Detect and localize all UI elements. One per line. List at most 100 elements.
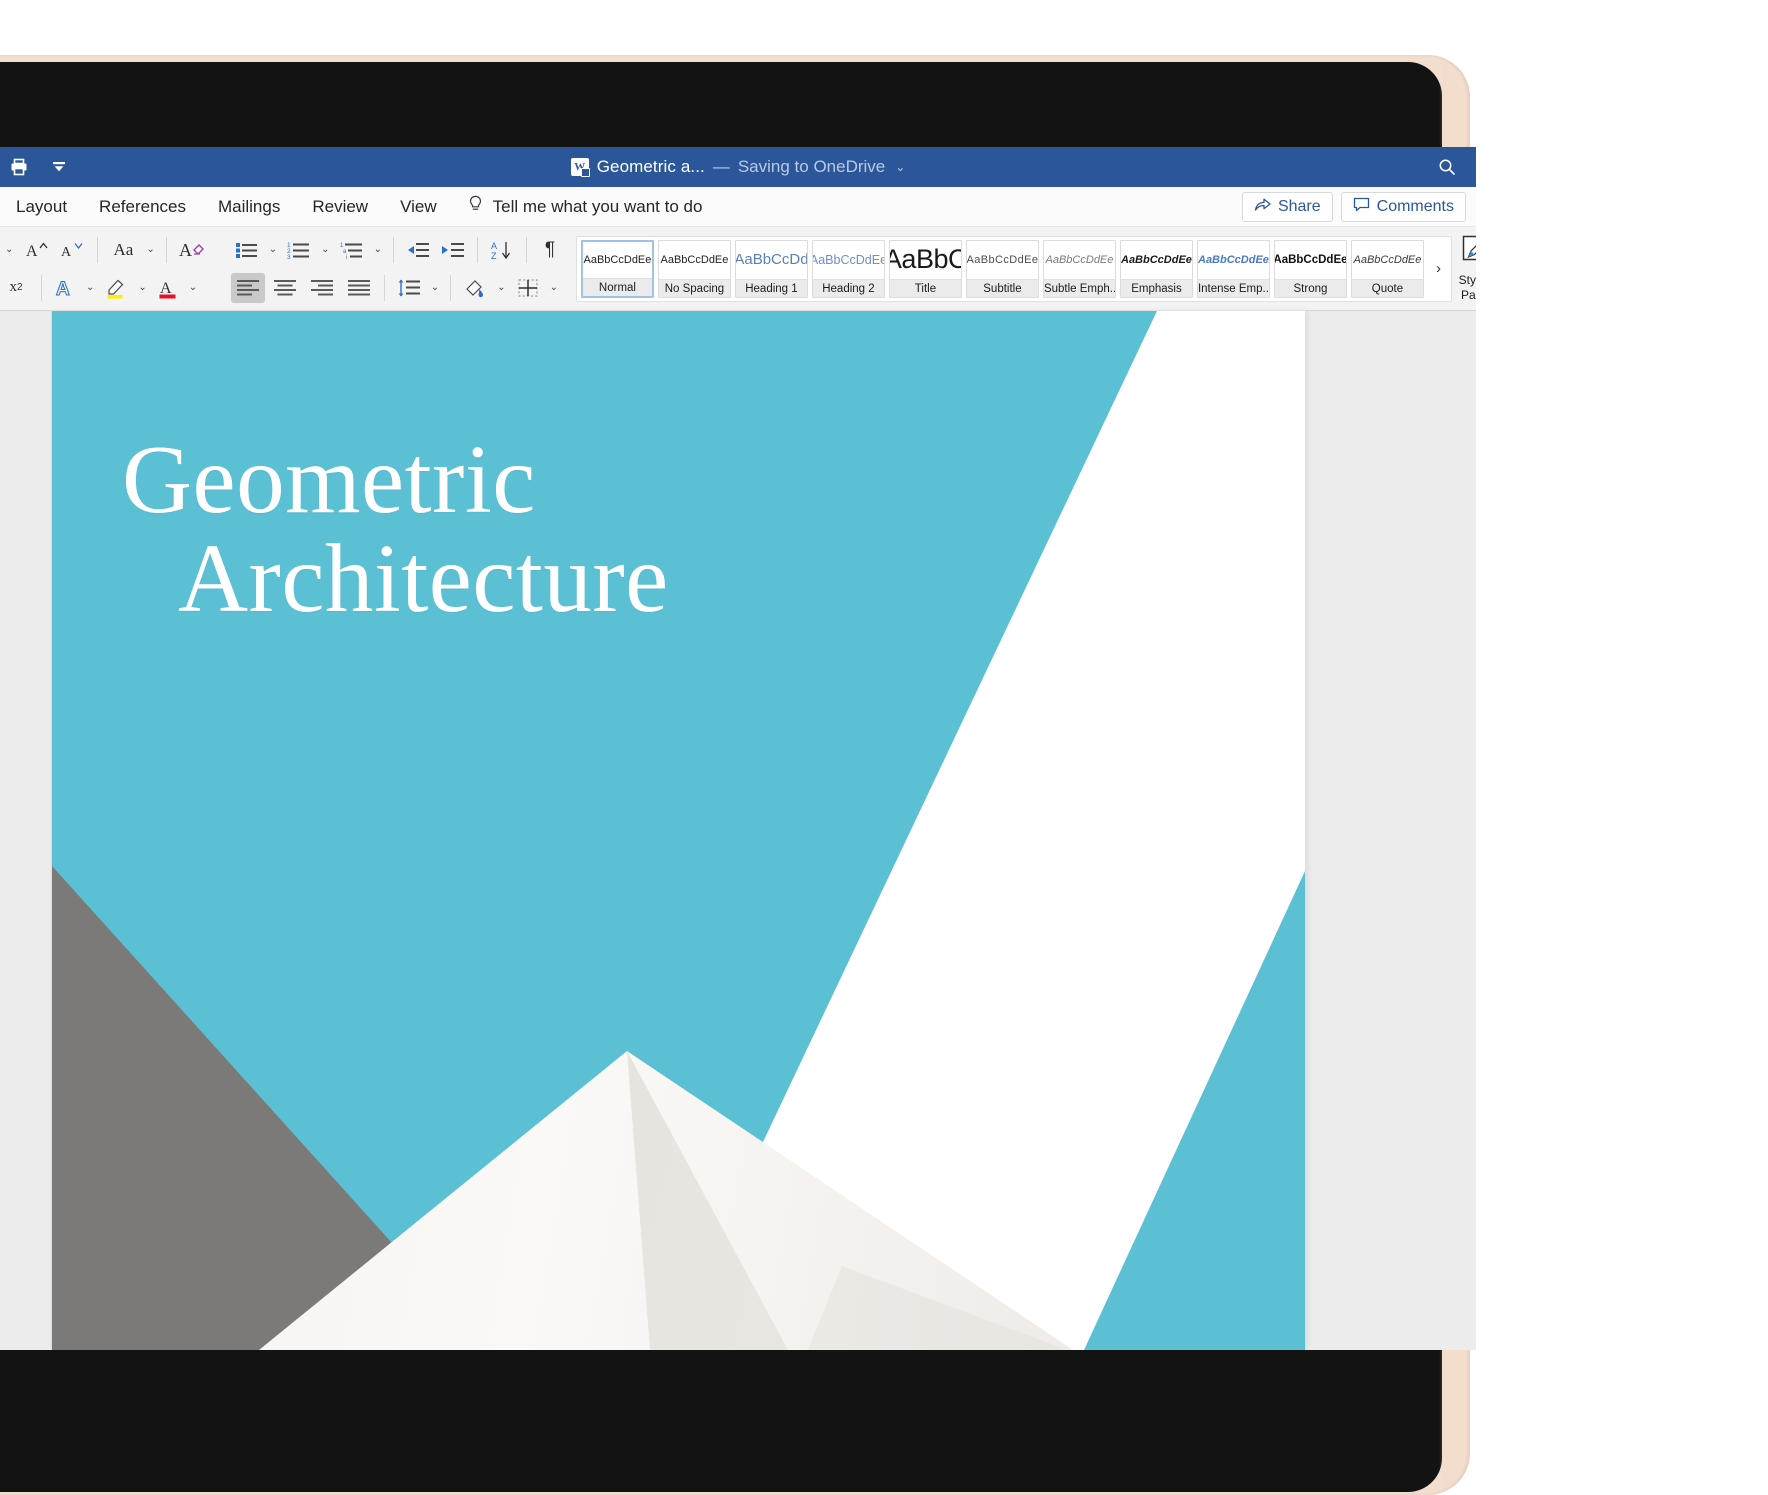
borders-icon[interactable]	[512, 273, 544, 303]
ribbon-tab-strip: Layout References Mailings Review View T…	[0, 187, 1476, 227]
bullets-chevron-down-icon[interactable]: ⌄	[266, 244, 280, 255]
line-spacing-chevron-down-icon[interactable]: ⌄	[428, 282, 442, 293]
style-name: Subtle Emph...	[1044, 279, 1115, 297]
style-preview: AaBbCcDdEe	[661, 254, 729, 266]
style-tile-title[interactable]: AaBbC Title	[889, 240, 962, 298]
multilevel-list-icon[interactable]: 1 a i	[336, 235, 368, 265]
highlight-chevron-down-icon[interactable]: ⌄	[135, 282, 149, 293]
style-tile-intense-emphasis[interactable]: AaBbCcDdEe Intense Emp...	[1197, 240, 1270, 298]
shrink-font-icon[interactable]: A	[57, 235, 89, 265]
share-icon	[1254, 197, 1271, 217]
clear-formatting-icon[interactable]: A	[175, 235, 211, 265]
superscript-icon[interactable]: x2	[0, 273, 33, 303]
style-name: Normal	[583, 278, 652, 296]
style-preview: AaBbCcDdEe	[813, 253, 884, 267]
text-highlight-color-icon[interactable]	[100, 273, 132, 303]
tab-references[interactable]: References	[83, 187, 202, 227]
lightbulb-icon	[467, 195, 484, 219]
save-status[interactable]: Saving to OneDrive	[738, 157, 885, 177]
change-case-chevron-down-icon[interactable]: ⌄	[143, 244, 157, 255]
print-icon[interactable]	[6, 154, 32, 180]
ribbon-home-group: ⌄ A A Aa ⌄	[0, 227, 1476, 311]
style-preview: AaBbCcDdEe	[1046, 254, 1114, 266]
font-size-dropdown-icon[interactable]: ⌄	[0, 235, 19, 265]
tab-mailings[interactable]: Mailings	[202, 187, 296, 227]
bullets-icon[interactable]	[231, 235, 263, 265]
word-application-window: W Geometric a... — Saving to OneDrive ⌄ …	[0, 147, 1476, 1350]
justify-icon[interactable]	[342, 273, 376, 303]
align-center-icon[interactable]	[268, 273, 302, 303]
document-title-area: W Geometric a... — Saving to OneDrive ⌄	[0, 147, 1476, 187]
search-icon[interactable]	[1434, 154, 1460, 180]
style-preview: AaBbCcDdEe	[1275, 254, 1346, 266]
style-tile-subtitle[interactable]: AaBbCcDdEe Subtitle	[966, 240, 1039, 298]
borders-chevron-down-icon[interactable]: ⌄	[547, 282, 561, 293]
align-right-icon[interactable]	[305, 273, 339, 303]
shading-icon[interactable]	[459, 273, 491, 303]
style-tile-emphasis[interactable]: AaBbCcDdEe Emphasis	[1120, 240, 1193, 298]
divider	[384, 275, 385, 301]
cover-title-line1: Geometric	[122, 426, 536, 533]
style-tile-strong[interactable]: AaBbCcDdEe Strong	[1274, 240, 1347, 298]
styles-pane-label-line2: Pane	[1461, 289, 1476, 302]
multilevel-chevron-down-icon[interactable]: ⌄	[371, 244, 385, 255]
quick-access-toolbar	[0, 154, 72, 180]
svg-text:A: A	[179, 240, 192, 260]
increase-indent-icon[interactable]	[437, 235, 469, 265]
shading-chevron-down-icon[interactable]: ⌄	[494, 282, 508, 293]
show-formatting-marks-icon[interactable]: ¶	[535, 235, 565, 265]
style-preview: AaBbCcDdEe	[967, 254, 1038, 266]
cover-title-line2: Architecture	[122, 530, 922, 629]
line-spacing-icon[interactable]	[393, 273, 425, 303]
tab-view[interactable]: View	[384, 187, 453, 227]
comment-icon	[1353, 197, 1370, 217]
style-tile-heading-2[interactable]: AaBbCcDdEe Heading 2	[812, 240, 885, 298]
divider	[526, 237, 527, 263]
style-name: Intense Emp...	[1198, 279, 1269, 297]
tell-me-search[interactable]: Tell me what you want to do	[467, 195, 703, 219]
font-color-icon[interactable]: A	[153, 273, 183, 303]
tell-me-label: Tell me what you want to do	[493, 197, 703, 217]
style-tile-subtle-emphasis[interactable]: AaBbCcDdEe Subtle Emph...	[1043, 240, 1116, 298]
share-label: Share	[1278, 198, 1321, 216]
document-canvas[interactable]: Geometric Architecture	[0, 311, 1476, 1350]
change-case-icon[interactable]: Aa	[106, 235, 140, 265]
document-page[interactable]: Geometric Architecture	[52, 311, 1305, 1350]
style-name: No Spacing	[659, 279, 730, 297]
styles-pane-icon	[1458, 235, 1476, 272]
style-tile-no-spacing[interactable]: AaBbCcDdEe No Spacing	[658, 240, 731, 298]
font-group: ⌄ A A Aa ⌄	[0, 227, 216, 310]
title-bar: W Geometric a... — Saving to OneDrive ⌄	[0, 147, 1476, 187]
style-tile-normal[interactable]: AaBbCcDdEe Normal	[581, 240, 654, 298]
grow-font-icon[interactable]: A	[22, 235, 54, 265]
text-effects-chevron-down-icon[interactable]: ⌄	[83, 282, 97, 293]
numbering-chevron-down-icon[interactable]: ⌄	[318, 244, 332, 255]
style-preview: AaBbCcDdEe	[1121, 254, 1192, 266]
tab-review[interactable]: Review	[296, 187, 384, 227]
font-color-chevron-down-icon[interactable]: ⌄	[186, 282, 200, 293]
share-button[interactable]: Share	[1242, 192, 1333, 222]
decrease-indent-icon[interactable]	[402, 235, 434, 265]
align-left-icon[interactable]	[231, 273, 265, 303]
chevron-down-icon[interactable]: ⌄	[895, 160, 905, 174]
document-title[interactable]: Geometric a...	[597, 157, 705, 177]
text-effects-icon[interactable]: A	[50, 273, 80, 303]
svg-text:i: i	[346, 255, 347, 260]
comments-label: Comments	[1377, 198, 1454, 216]
svg-text:A: A	[26, 243, 38, 260]
style-tile-heading-1[interactable]: AaBbCcDd Heading 1	[735, 240, 808, 298]
tab-layout[interactable]: Layout	[0, 187, 83, 227]
styles-gallery-more-icon[interactable]: ›	[1428, 260, 1449, 277]
word-app-icon: W	[571, 158, 589, 176]
customize-quick-access-icon[interactable]	[46, 154, 72, 180]
styles-pane-button[interactable]: Styles Pane	[1458, 235, 1476, 302]
style-preview: AaBbCcDdEe	[584, 254, 652, 266]
styles-gallery: AaBbCcDdEe Normal AaBbCcDdEe No Spacing …	[576, 236, 1452, 302]
ribbon-right-actions: Share Comments	[1242, 192, 1466, 222]
svg-text:A: A	[56, 279, 70, 300]
sort-icon[interactable]: A Z	[486, 235, 518, 265]
comments-button[interactable]: Comments	[1341, 192, 1466, 222]
cover-title[interactable]: Geometric Architecture	[122, 431, 922, 629]
style-tile-quote[interactable]: AaBbCcDdEe Quote	[1351, 240, 1424, 298]
numbering-icon[interactable]: 1 2 3	[283, 235, 315, 265]
